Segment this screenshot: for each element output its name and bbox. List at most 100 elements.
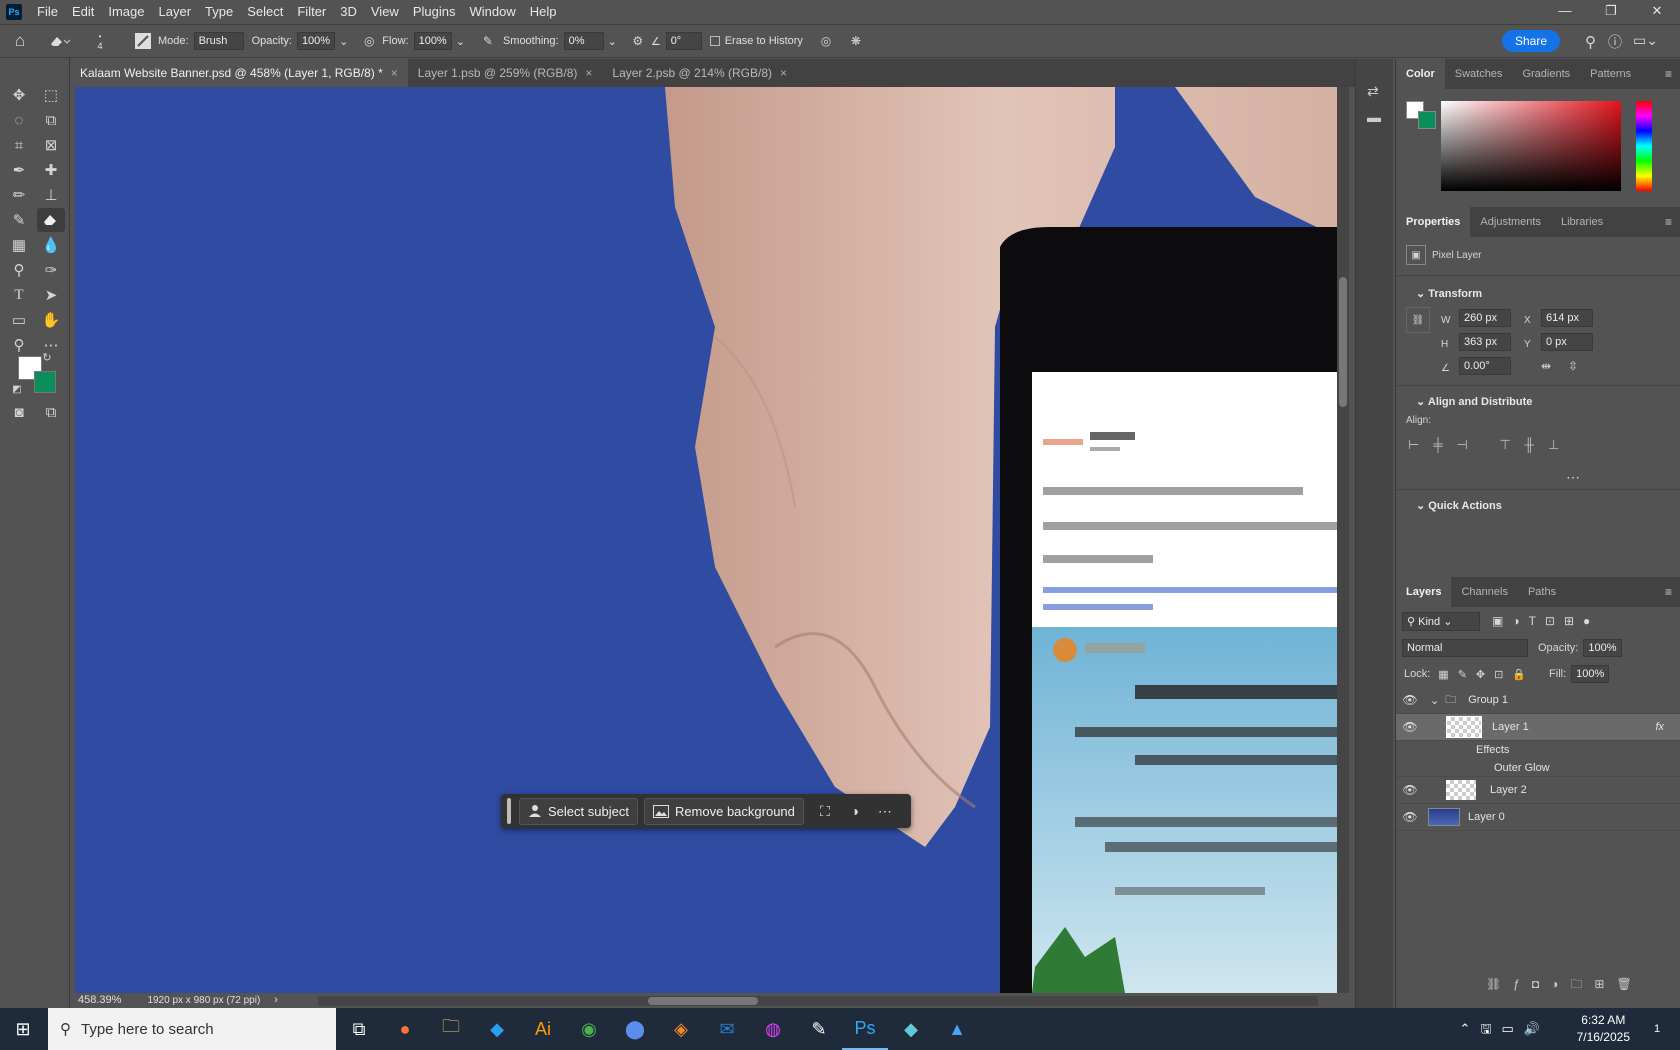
align-buttons[interactable]: ⊢╪⊣ ⊤╫⊥ bbox=[1408, 437, 1573, 453]
layer-filter-icons[interactable]: ▣◑T⊡⊞● bbox=[1492, 614, 1599, 628]
blend-mode-select[interactable]: Normal bbox=[1402, 639, 1528, 657]
width-field[interactable]: 260 px bbox=[1459, 309, 1511, 327]
menu-type[interactable]: Type bbox=[198, 0, 240, 24]
firefox-icon[interactable]: ● bbox=[382, 1008, 428, 1050]
smoothing-control[interactable]: Smoothing: 0% ⌄ bbox=[503, 32, 617, 50]
panel-menu-icon[interactable]: ≡ bbox=[1665, 585, 1672, 599]
tab-gradients[interactable]: Gradients bbox=[1512, 59, 1580, 89]
close-icon[interactable]: × bbox=[585, 66, 592, 80]
illustrator-icon[interactable]: Ai bbox=[520, 1008, 566, 1050]
tab-libraries[interactable]: Libraries bbox=[1551, 207, 1613, 237]
chevron-right-icon[interactable]: › bbox=[274, 994, 278, 1006]
menu-filter[interactable]: Filter bbox=[290, 0, 333, 24]
panel-menu-icon[interactable]: ≡ bbox=[1665, 67, 1672, 81]
close-icon[interactable]: × bbox=[780, 66, 787, 80]
app-icon-2[interactable]: ◆ bbox=[888, 1008, 934, 1050]
taskbar-clock[interactable]: 6:32 AM 7/16/2025 bbox=[1577, 1012, 1630, 1046]
rectangle-tool-icon[interactable]: ▭ bbox=[5, 308, 33, 332]
rotation-field[interactable]: 0.00° bbox=[1459, 357, 1511, 375]
eye-icon[interactable]: 👁 bbox=[1396, 810, 1424, 824]
mode-control[interactable]: Mode: Brush bbox=[158, 32, 244, 50]
stamp-tool-icon[interactable]: ⊥ bbox=[37, 183, 65, 207]
photos-icon[interactable]: ▲ bbox=[934, 1008, 980, 1050]
quick-mask-icon[interactable]: ◙ bbox=[5, 400, 33, 424]
chevron-down-icon[interactable]: ⌄ bbox=[456, 35, 465, 48]
eraser-tool-icon[interactable] bbox=[37, 208, 65, 232]
layer-row-layer0[interactable]: 👁 Layer 0 bbox=[1396, 804, 1680, 831]
outlook-icon[interactable]: ✉ bbox=[704, 1008, 750, 1050]
eraser-preset-icon[interactable] bbox=[40, 33, 80, 49]
opacity-control[interactable]: Opacity: 100% ⌄ bbox=[252, 32, 348, 50]
menu-layer[interactable]: Layer bbox=[152, 0, 199, 24]
pressure-opacity-icon[interactable]: ◎ bbox=[356, 34, 382, 48]
menu-plugins[interactable]: Plugins bbox=[406, 0, 463, 24]
history-brush-tool-icon[interactable]: ✎ bbox=[5, 208, 33, 232]
zoom-level[interactable]: 458.39% bbox=[78, 994, 121, 1006]
more-options-icon[interactable]: ⋯ bbox=[1566, 469, 1580, 486]
x-field[interactable]: 614 px bbox=[1541, 309, 1593, 327]
tab-paths[interactable]: Paths bbox=[1518, 577, 1566, 607]
search-icon[interactable]: ⚲ bbox=[1585, 33, 1596, 51]
height-field[interactable]: 363 px bbox=[1459, 333, 1511, 351]
tab-layer2-psb[interactable]: Layer 2.psb @ 214% (RGB/8) × bbox=[602, 59, 797, 87]
chevron-down-icon[interactable]: ⌄ bbox=[608, 35, 617, 48]
erase-history-control[interactable]: Erase to History bbox=[709, 35, 803, 47]
brush-settings-icon[interactable] bbox=[128, 32, 158, 50]
windows-start-icon[interactable]: ⊞ bbox=[0, 1008, 46, 1050]
eyedropper-tool-icon[interactable]: ✒ bbox=[5, 158, 33, 182]
file-explorer-icon[interactable]: 🗀 bbox=[428, 1008, 474, 1050]
transform-icon[interactable]: ⛶ bbox=[810, 803, 840, 820]
object-select-tool-icon[interactable]: ⧉ bbox=[37, 108, 65, 132]
move-tool-icon[interactable]: ✥ bbox=[5, 83, 33, 107]
notification-icon[interactable]: 1 bbox=[1646, 1018, 1668, 1040]
task-view-icon[interactable]: ⧉ bbox=[336, 1008, 382, 1050]
history-panel-icon[interactable]: ⇄ bbox=[1367, 83, 1379, 100]
workspace-icon[interactable]: ▭⌄ bbox=[1633, 32, 1658, 49]
eye-icon[interactable]: 👁 bbox=[1396, 783, 1424, 797]
transform-section-title[interactable]: ⌄ Transform bbox=[1406, 281, 1492, 306]
flow-field[interactable]: 100% bbox=[413, 32, 452, 50]
fx-icon[interactable]: fx bbox=[1655, 721, 1664, 733]
lasso-tool-icon[interactable]: ◌ bbox=[5, 108, 33, 132]
quick-actions-title[interactable]: ⌄ Quick Actions bbox=[1406, 493, 1512, 518]
menu-edit[interactable]: Edit bbox=[65, 0, 101, 24]
tab-patterns[interactable]: Patterns bbox=[1580, 59, 1641, 89]
default-colors-icon[interactable]: ◩ bbox=[10, 382, 24, 396]
symmetry-icon[interactable]: ❋ bbox=[841, 34, 871, 48]
crop-tool-icon[interactable]: ⌗ bbox=[5, 133, 33, 157]
align-section-title[interactable]: ⌄ Align and Distribute bbox=[1406, 389, 1542, 414]
tab-channels[interactable]: Channels bbox=[1451, 577, 1517, 607]
angle-field[interactable]: 0° bbox=[665, 32, 702, 50]
blur-tool-icon[interactable]: 💧 bbox=[37, 233, 65, 257]
pen-app-icon[interactable]: ✎ bbox=[796, 1008, 842, 1050]
lock-icons[interactable]: ▦✎✥⊡🔒 bbox=[1438, 668, 1535, 681]
menu-window[interactable]: Window bbox=[462, 0, 522, 24]
chevron-down-icon[interactable]: ⌄ bbox=[339, 35, 348, 48]
remove-background-button[interactable]: Remove background bbox=[643, 797, 804, 825]
document-canvas[interactable]: Select subject Remove background ⛶ ◑ ⋯ bbox=[75, 87, 1337, 993]
horizontal-scrollbar[interactable] bbox=[318, 996, 1318, 1006]
creative-cloud-icon[interactable]: ◍ bbox=[750, 1008, 796, 1050]
tab-adjustments[interactable]: Adjustments bbox=[1470, 207, 1551, 237]
color-background-swatch[interactable] bbox=[1418, 111, 1436, 129]
swap-colors-icon[interactable]: ↻ bbox=[40, 350, 54, 364]
erase-history-checkbox[interactable] bbox=[709, 36, 720, 46]
link-icon[interactable]: ⛓ bbox=[1406, 307, 1430, 333]
drag-handle[interactable] bbox=[507, 798, 511, 824]
home-icon[interactable]: ⌂ bbox=[0, 31, 40, 51]
layer-opacity-field[interactable]: 100% bbox=[1583, 639, 1622, 657]
layer-row-layer1[interactable]: 👁 Layer 1 fx bbox=[1396, 714, 1680, 741]
chrome-icon[interactable]: ◉ bbox=[566, 1008, 612, 1050]
hand-tool-icon[interactable]: ✋ bbox=[37, 308, 65, 332]
pressure-size-icon[interactable]: ◎ bbox=[811, 34, 841, 48]
menu-image[interactable]: Image bbox=[101, 0, 151, 24]
restore-icon[interactable]: ❐ bbox=[1588, 0, 1634, 22]
eye-icon[interactable]: 👁 bbox=[1396, 720, 1424, 734]
tab-layer1-psb[interactable]: Layer 1.psb @ 259% (RGB/8) × bbox=[408, 59, 603, 87]
tab-kalaam-banner[interactable]: Kalaam Website Banner.psd @ 458% (Layer … bbox=[70, 59, 408, 87]
taskbar-search[interactable]: ⚲ Type here to search bbox=[48, 1008, 336, 1050]
y-field[interactable]: 0 px bbox=[1541, 333, 1593, 351]
select-subject-button[interactable]: Select subject bbox=[519, 797, 638, 825]
zoom-tool-icon[interactable]: ⚲ bbox=[5, 333, 33, 357]
close-icon[interactable]: ✕ bbox=[1634, 0, 1680, 22]
